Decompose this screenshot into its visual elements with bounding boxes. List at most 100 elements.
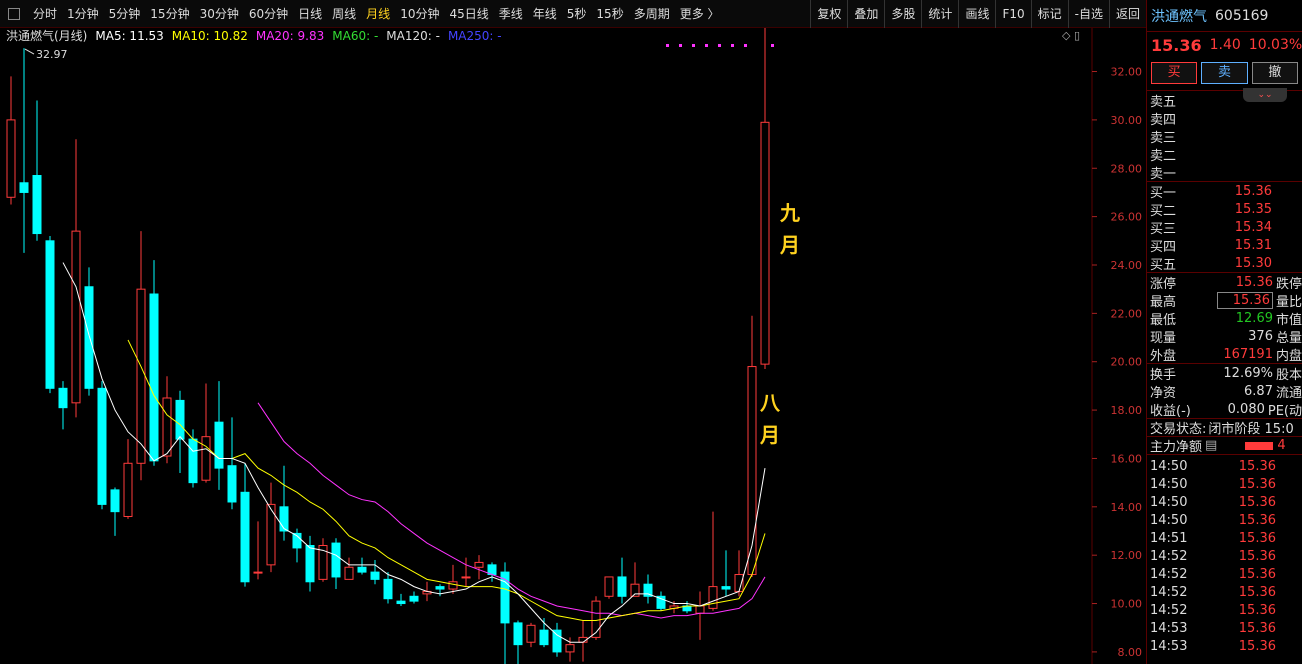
period-tab[interactable]: 30分钟 <box>195 0 244 28</box>
quote-panel: 洪通燃气 605169 15.36 1.40 10.03% 买 卖 撤 ⌄⌄ 卖… <box>1146 0 1302 664</box>
y-tick-label: 18.00 <box>1111 404 1143 417</box>
tick-price: 15.36 <box>1238 566 1276 582</box>
tick-price: 15.36 <box>1238 620 1276 636</box>
candle-body <box>617 576 627 597</box>
period-tab[interactable]: 10分钟 <box>395 0 444 28</box>
period-tab[interactable]: 分时 <box>28 0 62 28</box>
cancel-order-button[interactable]: 撤 <box>1251 62 1298 84</box>
bid-row: 买四 15.31 <box>1147 236 1302 255</box>
y-tick-label: 30.00 <box>1111 114 1143 127</box>
tick-time: 14:53 <box>1150 620 1188 636</box>
y-tick-label: 14.00 <box>1111 501 1143 514</box>
signal-dot <box>718 44 721 47</box>
y-tick-label: 32.00 <box>1111 66 1143 79</box>
period-tab[interactable]: 15秒 <box>591 0 628 28</box>
kline-svg[interactable]: 8.00 10.00 12.00 14.00 16.00 18.00 20.00 22.00 2… <box>0 28 1146 664</box>
period-tab[interactable]: 年线 <box>528 0 562 28</box>
candle-body <box>136 288 146 464</box>
tick-row[interactable]: 14:50 15.36 <box>1147 493 1302 511</box>
period-tab[interactable]: 周线 <box>327 0 361 28</box>
candle-body <box>526 624 536 643</box>
last-price: 15.36 <box>1151 35 1202 55</box>
y-tick-label: 16.00 <box>1111 452 1143 465</box>
period-tab[interactable]: 季线 <box>494 0 528 28</box>
toolbar-button[interactable]: 标记 <box>1030 0 1068 28</box>
stat-row: 换手 12.69% 股本 <box>1147 364 1302 383</box>
tick-time: 14:52 <box>1150 584 1188 600</box>
period-tab[interactable]: 45日线 <box>444 0 493 28</box>
toolbar-button[interactable]: 复权 <box>810 0 847 28</box>
candle-body <box>695 605 705 614</box>
tick-list[interactable]: 14:50 15.36 14:50 15.36 14:50 15.36 14:50 15.36… <box>1147 454 1302 655</box>
period-tab[interactable]: 5秒 <box>562 0 592 28</box>
tick-row[interactable]: 14:50 15.36 <box>1147 511 1302 529</box>
bid-row: 买三 15.34 <box>1147 218 1302 237</box>
period-tab[interactable]: 日线 <box>293 0 327 28</box>
candle-body <box>604 576 614 597</box>
kline-chart-area[interactable]: 洪通燃气(月线) MA5: 11.53 MA10: 10.82 MA20: 9.83… <box>0 28 1146 664</box>
flow-bar <box>1245 441 1274 450</box>
period-tab[interactable]: 更多 〉 <box>675 0 725 28</box>
bid-row-value: 15.31 <box>1234 237 1272 253</box>
toolbar-button[interactable]: 统计 <box>921 0 958 28</box>
y-tick-label: 22.00 <box>1111 307 1143 320</box>
tick-time: 14:50 <box>1150 494 1188 510</box>
tick-row[interactable]: 14:51 15.36 <box>1147 529 1302 547</box>
period-tab[interactable]: 60分钟 <box>244 0 293 28</box>
tick-row[interactable]: 14:52 15.36 <box>1147 583 1302 601</box>
main-flow-label: 主力净额 <box>1150 440 1203 455</box>
tick-row[interactable]: 14:52 15.36 <box>1147 565 1302 583</box>
toolbar-button[interactable]: 返回 <box>1108 0 1146 28</box>
period-tabs: 分时 1分钟 5分钟 15分钟 30分钟 60分钟 日线 周线 月线 10分钟 45日线 季线 年线 5秒… <box>28 0 725 28</box>
candle-body <box>6 119 16 198</box>
tick-row[interactable]: 14:53 15.36 <box>1147 637 1302 655</box>
sell-button[interactable]: 卖 <box>1201 62 1248 84</box>
toolbar-button[interactable]: -自选 <box>1067 0 1109 28</box>
stat-row-value: 12.69% <box>1223 365 1273 381</box>
candle-body <box>253 571 263 574</box>
tick-row[interactable]: 14:52 15.36 <box>1147 601 1302 619</box>
candle-body <box>201 436 211 481</box>
candle-body <box>552 629 562 653</box>
toolbar-button[interactable]: 多股 <box>884 0 921 28</box>
tick-row[interactable]: 14:50 15.36 <box>1147 457 1302 475</box>
candle-body <box>409 595 419 602</box>
tick-row[interactable]: 14:50 15.36 <box>1147 475 1302 493</box>
toolbar-button[interactable]: 画线 <box>958 0 995 28</box>
bid-row-label: 买五 <box>1150 257 1177 273</box>
period-tab[interactable]: 多周期 <box>629 0 675 28</box>
main-flow-row[interactable]: 主力净额 ▤ 4 <box>1147 436 1302 455</box>
buy-button[interactable]: 买 <box>1151 62 1198 84</box>
tick-row[interactable]: 14:52 15.36 <box>1147 547 1302 565</box>
candle-body <box>721 586 731 590</box>
toggle-sidebar-icon[interactable] <box>8 7 20 20</box>
tick-time: 14:50 <box>1150 458 1188 474</box>
candle-body <box>513 622 523 646</box>
period-toolbar: 分时 1分钟 5分钟 15分钟 30分钟 60分钟 日线 周线 月线 10分钟 45日线 季线 年线 5秒… <box>0 0 1146 28</box>
candle-body <box>357 566 367 573</box>
collapse-chevron-icon[interactable]: ⌄⌄ <box>1243 88 1287 102</box>
toolbar-button[interactable]: 叠加 <box>847 0 884 28</box>
stock-name[interactable]: 洪通燃气 <box>1151 6 1207 26</box>
stock-header: 洪通燃气 605169 <box>1147 0 1302 32</box>
candle-body <box>214 421 224 469</box>
tick-row[interactable]: 14:53 15.36 <box>1147 619 1302 637</box>
bid-row-value: 15.34 <box>1234 219 1272 235</box>
main-flow-value: 4 <box>1277 438 1286 453</box>
ask-row: 卖四 <box>1147 109 1302 128</box>
period-tab[interactable]: 15分钟 <box>145 0 194 28</box>
stats-block-2: 换手 12.69% 股本 净资 6.87 流通 收益(-) 0.080 PE(动 <box>1147 363 1302 419</box>
tick-price: 15.36 <box>1238 476 1276 492</box>
tick-time: 14:52 <box>1150 566 1188 582</box>
period-tab[interactable]: 5分钟 <box>104 0 146 28</box>
signal-dot <box>692 44 695 47</box>
price-change: 1.40 <box>1209 37 1241 53</box>
bid-book: 买一 15.36 买二 15.35 买三 15.34 买四 15.31 买五 15.30 <box>1147 181 1302 273</box>
period-tab[interactable]: 1分钟 <box>62 0 104 28</box>
toolbar-button[interactable]: F10 <box>995 0 1030 28</box>
period-tab[interactable]: 月线 <box>361 0 395 28</box>
flow-menu-icon[interactable]: ▤ <box>1205 438 1217 453</box>
stock-code: 605169 <box>1215 7 1269 24</box>
signal-dot <box>666 44 669 47</box>
price-line: 15.36 1.40 10.03% <box>1147 32 1302 58</box>
